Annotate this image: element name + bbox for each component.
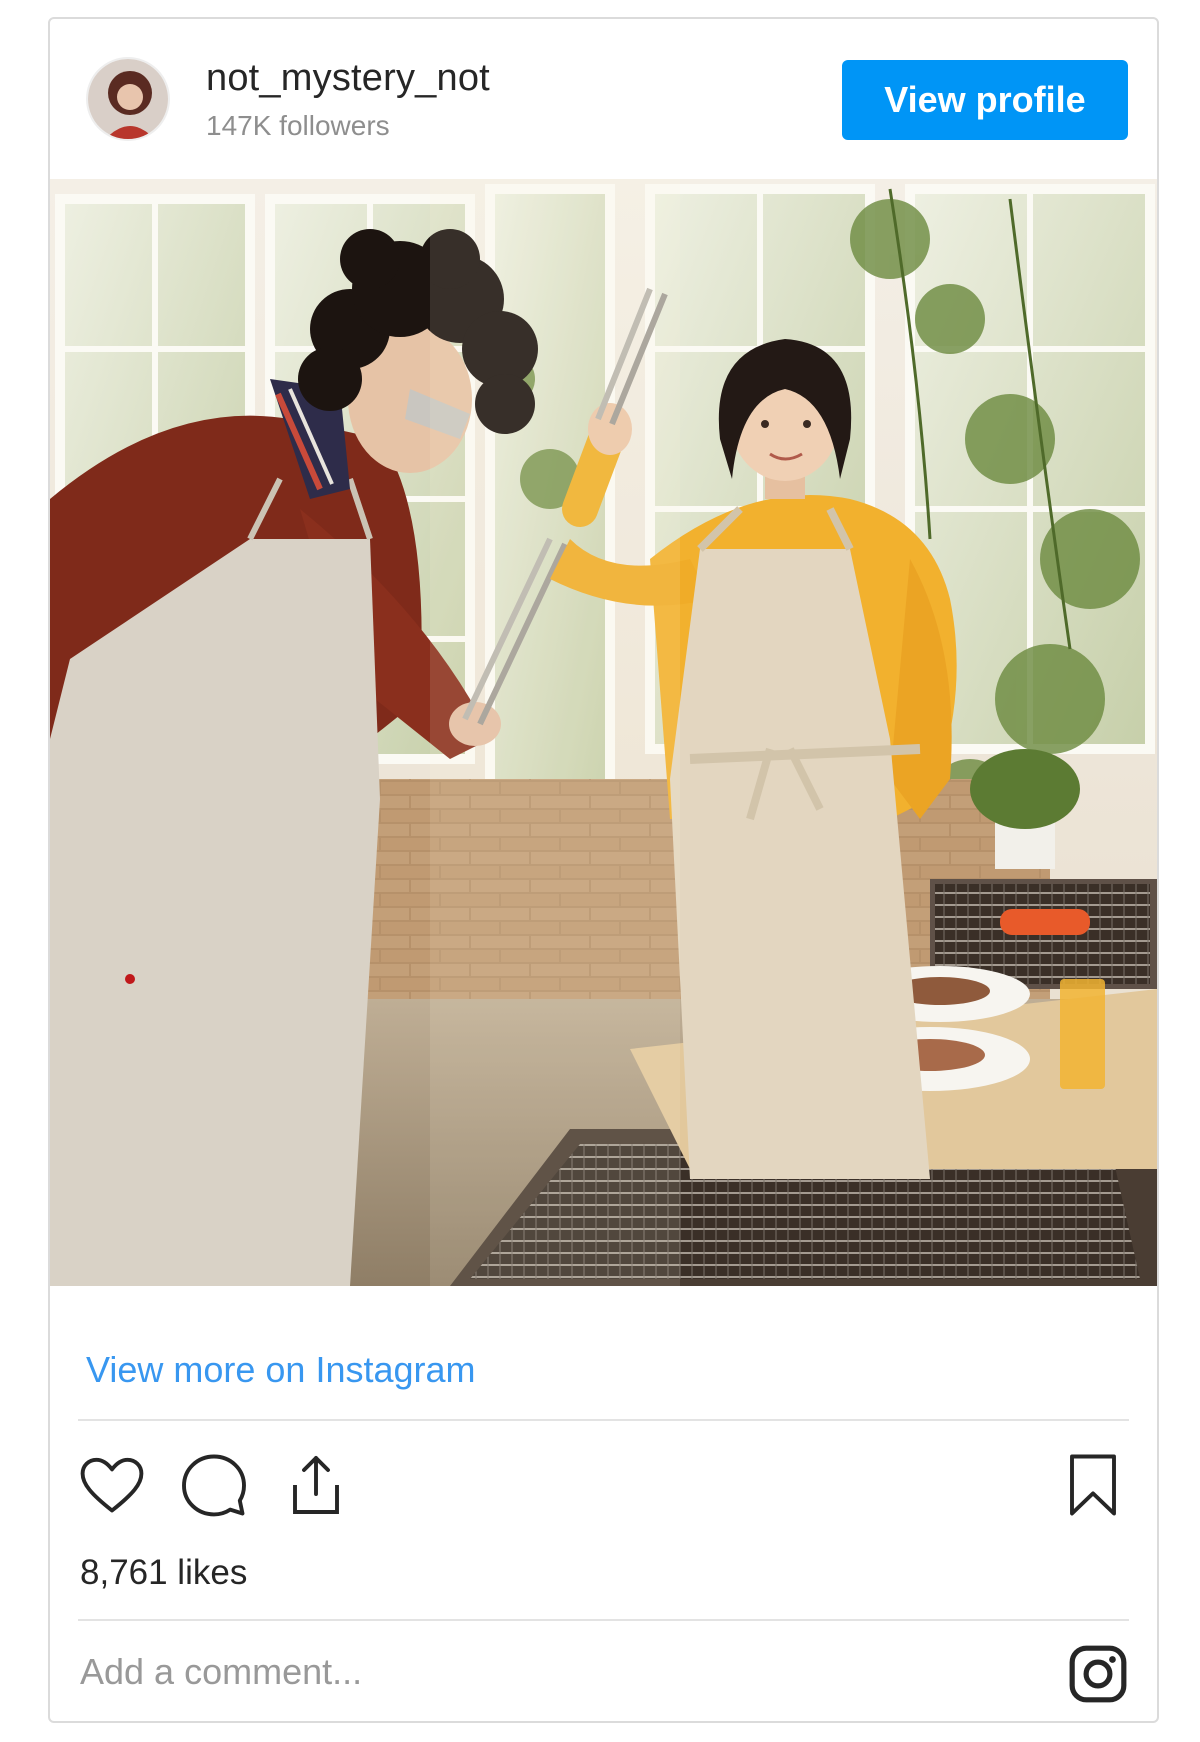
post-photo[interactable]	[50, 179, 1157, 1286]
view-more-on-instagram-link[interactable]: View more on Instagram	[86, 1349, 476, 1391]
heart-icon[interactable]	[76, 1449, 148, 1521]
avatar[interactable]	[86, 57, 170, 141]
post-header: not_mystery_not 147K followers View prof…	[50, 19, 1157, 177]
divider	[78, 1419, 1129, 1421]
instagram-icon[interactable]	[1067, 1643, 1129, 1705]
comment-input[interactable]	[80, 1639, 980, 1705]
view-profile-button[interactable]: View profile	[842, 60, 1128, 140]
like-count: 8,761 likes	[80, 1553, 248, 1592]
bookmark-icon[interactable]	[1057, 1449, 1129, 1521]
follower-count: 147K followers	[206, 110, 390, 141]
comment-icon[interactable]	[178, 1449, 250, 1521]
divider	[78, 1619, 1129, 1621]
post-actions	[50, 1449, 1157, 1529]
username[interactable]: not_mystery_not	[206, 57, 490, 100]
instagram-embed-card: not_mystery_not 147K followers View prof…	[48, 17, 1159, 1723]
avatar-image	[88, 59, 168, 139]
share-icon[interactable]	[280, 1449, 352, 1521]
